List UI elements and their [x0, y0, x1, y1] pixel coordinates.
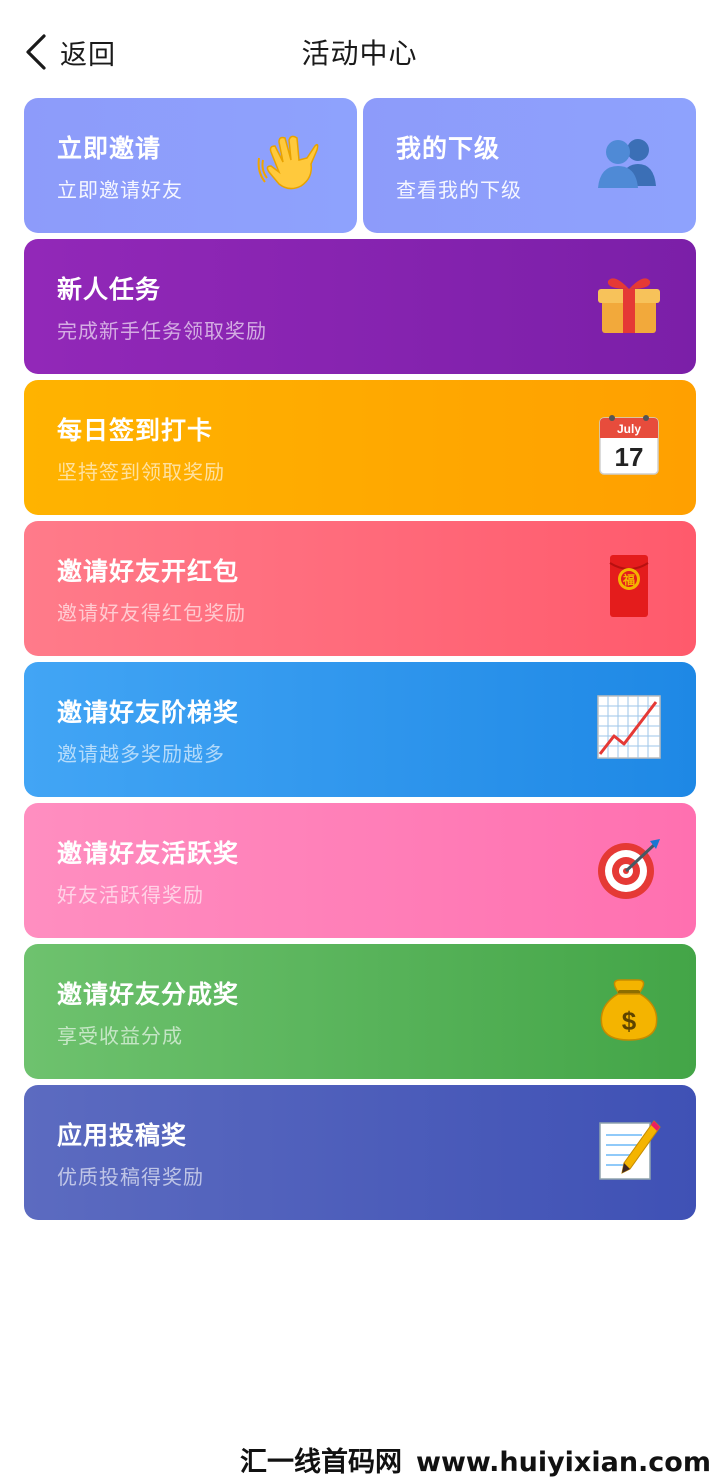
- calendar-day: 17: [615, 442, 644, 472]
- app-submission-reward-card[interactable]: 应用投稿奖 优质投稿得奖励: [24, 1085, 696, 1220]
- my-subordinates-card[interactable]: 我的下级 查看我的下级: [363, 98, 696, 233]
- target-icon: [596, 835, 662, 901]
- card-title: 应用投稿奖: [57, 1121, 188, 1150]
- newbie-task-card[interactable]: 新人任务 完成新手任务领取奖励: [24, 239, 696, 374]
- card-subtitle: 好友活跃得奖励: [57, 883, 204, 907]
- card-title: 邀请好友阶梯奖: [57, 698, 240, 727]
- waving-hand-icon: [257, 130, 323, 196]
- card-subtitle: 优质投稿得奖励: [57, 1165, 204, 1189]
- gift-icon: [596, 271, 662, 337]
- card-title: 新人任务: [57, 275, 162, 304]
- card-title: 立即邀请: [57, 134, 162, 163]
- calendar-month: July: [617, 422, 641, 436]
- app-header: 返回 活动中心: [0, 0, 719, 100]
- card-subtitle: 邀请越多奖励越多: [57, 742, 225, 766]
- invite-ladder-reward-card[interactable]: 邀请好友阶梯奖 邀请越多奖励越多: [24, 662, 696, 797]
- money-bag-icon: $: [596, 976, 662, 1042]
- card-subtitle: 坚持签到领取奖励: [57, 460, 225, 484]
- card-title: 邀请好友分成奖: [57, 980, 240, 1009]
- invite-active-reward-card[interactable]: 邀请好友活跃奖 好友活跃得奖励: [24, 803, 696, 938]
- chart-increasing-icon: [596, 694, 662, 760]
- daily-checkin-card[interactable]: 每日签到打卡 坚持签到领取奖励 July 17: [24, 380, 696, 515]
- invite-share-reward-card[interactable]: 邀请好友分成奖 享受收益分成 $: [24, 944, 696, 1079]
- two-people-icon: [596, 130, 662, 196]
- memo-icon: [596, 1117, 662, 1183]
- invite-red-envelope-card[interactable]: 邀请好友开红包 邀请好友得红包奖励 福: [24, 521, 696, 656]
- svg-text:$: $: [622, 1006, 637, 1036]
- card-subtitle: 查看我的下级: [396, 178, 522, 202]
- calendar-icon: July 17: [596, 412, 662, 478]
- card-title: 邀请好友活跃奖: [57, 839, 240, 868]
- card-subtitle: 完成新手任务领取奖励: [57, 319, 267, 343]
- card-title: 每日签到打卡: [57, 416, 214, 445]
- site-watermark: 汇一线首码网 www.huiyixian.com: [0, 1440, 711, 1479]
- card-subtitle: 享受收益分成: [57, 1024, 183, 1048]
- card-title: 邀请好友开红包: [57, 557, 240, 586]
- card-title: 我的下级: [396, 134, 501, 163]
- card-subtitle: 邀请好友得红包奖励: [57, 601, 246, 625]
- envelope-char: 福: [622, 572, 635, 587]
- watermark-url: www.huiyixian.com: [416, 1447, 711, 1478]
- card-subtitle: 立即邀请好友: [57, 178, 183, 202]
- invite-now-card[interactable]: 立即邀请 立即邀请好友: [24, 98, 357, 233]
- page-title: 活动中心: [301, 37, 418, 70]
- watermark-name: 汇一线首码网: [240, 1447, 403, 1478]
- red-envelope-icon: 福: [596, 553, 662, 619]
